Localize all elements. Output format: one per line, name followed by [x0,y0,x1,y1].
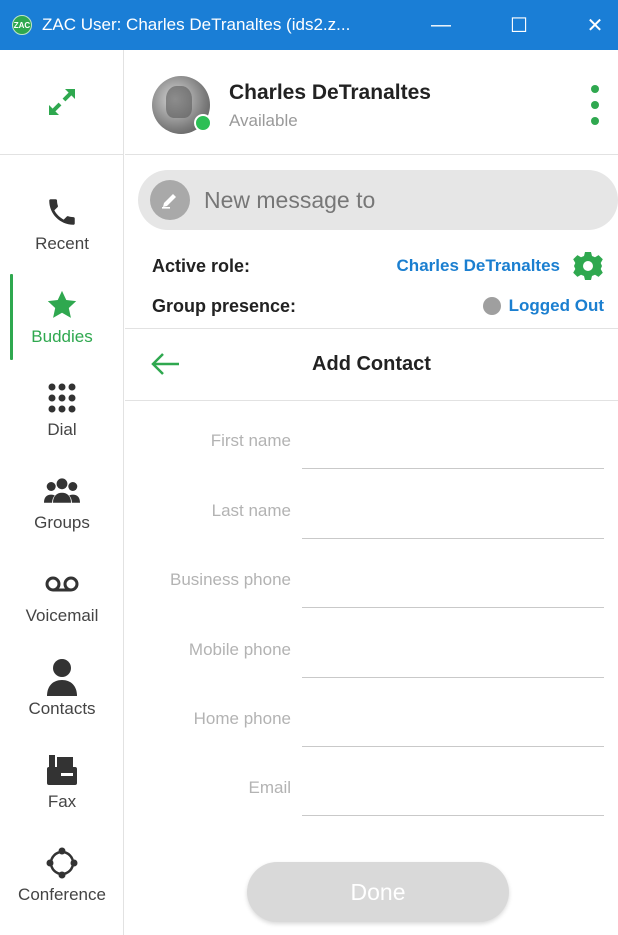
maximize-button[interactable]: ☐ [496,0,542,50]
sidebar-item-label: Recent [35,234,89,253]
contact-icon [44,659,80,696]
sidebar-item-conference[interactable]: Conference [0,829,124,921]
business-phone-input[interactable] [302,560,604,608]
gear-icon[interactable] [572,250,604,282]
minimize-button[interactable]: — [418,0,464,50]
active-role-label: Active role: [152,256,251,276]
active-role-row: Active role: Charles DeTranaltes [152,252,604,280]
dialpad-icon [44,380,80,416]
sidebar-item-label: Contacts [28,699,96,718]
home-phone-input[interactable] [302,699,604,747]
mobile-phone-label: Mobile phone [188,640,291,659]
sidebar-item-label: Buddies [31,327,93,346]
fax-icon [44,752,80,788]
first-name-input[interactable] [302,421,604,469]
email-field-row: Email [125,768,618,816]
new-message-input[interactable]: New message to [138,170,618,230]
last-name-label: Last name [211,501,291,520]
mobile-phone-input[interactable] [302,630,604,678]
done-button[interactable]: Done [247,862,509,922]
phone-icon [44,194,80,230]
sidebar-item-groups[interactable]: Groups [0,457,124,549]
profile-header: Charles DeTranaltes Available [125,50,618,155]
more-options-icon[interactable] [587,85,603,125]
expand-icon [49,89,75,115]
sidebar-item-buddies[interactable]: Buddies [0,271,124,363]
email-input[interactable] [302,768,604,816]
email-label: Email [248,778,291,797]
sidebar: Recent Buddies Dial Groups Voicemail Con… [0,50,124,935]
title-bar: ZAC ZAC User: Charles DeTranaltes (ids2.… [0,0,618,50]
sidebar-item-dial[interactable]: Dial [0,364,124,456]
business-phone-label: Business phone [170,570,291,589]
sidebar-item-fax[interactable]: Fax [0,736,124,828]
new-message-placeholder: New message to [204,186,376,213]
profile-name: Charles DeTranaltes [229,81,431,104]
sidebar-item-label: Fax [47,792,77,811]
expand-button[interactable] [0,50,124,155]
main-panel: Charles DeTranaltes Available New messag… [125,50,618,935]
last-name-input[interactable] [302,491,604,539]
mobile-phone-field-row: Mobile phone [125,630,618,678]
group-icon [44,473,80,509]
sidebar-item-recent[interactable]: Recent [0,178,124,270]
add-contact-title: Add Contact [312,353,431,375]
sidebar-item-label: Dial [47,420,77,439]
first-name-label: First name [210,431,291,450]
profile-status[interactable]: Available [229,111,298,131]
first-name-field-row: First name [125,421,618,469]
last-name-field-row: Last name [125,491,618,539]
sidebar-item-label: Conference [18,885,106,904]
presence-status-icon [194,114,212,132]
group-presence-row: Group presence: Logged Out [152,296,604,317]
voicemail-icon [44,566,80,602]
group-presence-value: Logged Out [508,296,604,315]
home-phone-field-row: Home phone [125,699,618,747]
app-logo-icon: ZAC [12,15,32,35]
sidebar-item-label: Voicemail [25,606,99,625]
group-presence-link[interactable]: Logged Out [482,296,604,316]
group-presence-label: Group presence: [152,296,297,316]
conference-icon [44,845,80,881]
business-phone-field-row: Business phone [125,560,618,608]
sidebar-item-label: Groups [34,513,90,532]
star-icon [44,287,80,323]
offline-status-icon [482,297,501,315]
sidebar-item-voicemail[interactable]: Voicemail [0,550,124,642]
add-contact-header: Add Contact [125,329,618,401]
sidebar-item-contacts[interactable]: Contacts [0,643,124,735]
home-phone-label: Home phone [193,709,291,728]
pencil-icon [150,180,190,220]
active-role-link[interactable]: Charles DeTranaltes [397,256,560,276]
window-title: ZAC User: Charles DeTranaltes (ids2.z... [42,15,351,34]
close-button[interactable]: ✕ [572,0,618,50]
